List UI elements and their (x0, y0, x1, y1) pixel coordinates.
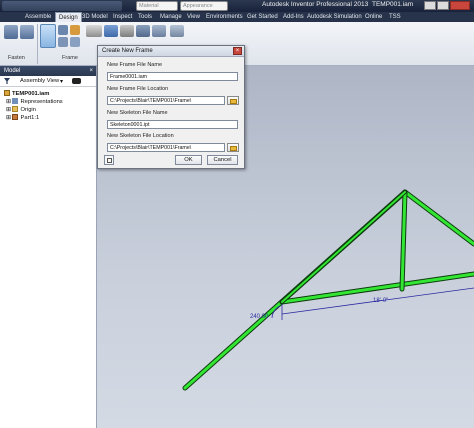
assembly-view-dropdown[interactable]: Assembly View (20, 78, 59, 84)
title-bar: Material Appearance Autodesk Inventor Pr… (0, 0, 474, 12)
frame-file-name-input[interactable] (107, 72, 238, 81)
angle-dimension[interactable]: 240.00 (250, 314, 268, 320)
browse-skeleton-location-button[interactable] (227, 143, 239, 152)
browser-toolbar: Assembly View ▾ (0, 76, 96, 87)
tab-3d-model[interactable]: 3D Model (79, 12, 111, 22)
material-dropdown[interactable]: Material (136, 1, 178, 11)
tab-tss[interactable]: TSS (386, 12, 404, 22)
filter-icon[interactable] (4, 78, 10, 84)
spur-gear-button[interactable] (104, 25, 118, 37)
expand-icon[interactable]: ⊞ (6, 115, 11, 121)
dialog-title: Create New Frame (102, 48, 153, 54)
frame-miter-button[interactable] (58, 37, 68, 47)
panel-separator (37, 24, 38, 64)
frame-trim-button[interactable] (70, 37, 80, 47)
panel-label-frame: Frame (62, 55, 78, 61)
tree-item-representations[interactable]: ⊞ Representations (6, 98, 63, 106)
tree-item-label: Part1:1 (20, 115, 40, 121)
maximize-button[interactable] (437, 1, 449, 10)
tree-item-root[interactable]: TEMP001.iam (4, 90, 49, 98)
expand-icon[interactable]: ⊞ (6, 107, 11, 113)
tab-autodesk-simulation[interactable]: Autodesk Simulation (304, 12, 365, 22)
minimize-button[interactable] (424, 1, 436, 10)
panel-label-fasten: Fasten (8, 55, 25, 61)
dialog-title-bar[interactable]: Create New Frame × (98, 46, 244, 57)
cancel-button[interactable]: Cancel (207, 155, 238, 165)
tree-item-origin[interactable]: ⊞ Origin (6, 106, 36, 114)
length-dimension[interactable]: 18'-0" (373, 298, 388, 304)
cam-button[interactable] (170, 25, 184, 37)
app-title: Autodesk Inventor Professional 2013 (262, 1, 369, 8)
tree-item-part1[interactable]: ⊞ Part1:1 (6, 114, 39, 122)
quick-access-toolbar[interactable] (2, 1, 122, 11)
shaft-generator-button[interactable] (86, 25, 102, 37)
create-new-frame-dialog: Create New Frame × New Frame File Name N… (97, 45, 245, 169)
ribbon-tabs: Assemble Design 3D Model Inspect Tools M… (0, 12, 474, 22)
fasten-tool-button[interactable] (20, 25, 34, 39)
tab-environments[interactable]: Environments (203, 12, 246, 22)
folder-icon (230, 146, 237, 151)
v-belts-button[interactable] (136, 25, 150, 37)
ok-button[interactable]: OK (175, 155, 202, 165)
model-browser: Model × Assembly View ▾ TEMP001.iam ⊞ Re… (0, 66, 97, 428)
appearance-label: Appearance (183, 3, 213, 9)
assembly-icon (4, 90, 10, 97)
tab-manage[interactable]: Manage (157, 12, 185, 22)
folder-icon (230, 99, 237, 104)
dimension-lines (271, 287, 474, 320)
tree-item-label: Representations (20, 99, 63, 105)
binoculars-icon[interactable] (72, 78, 81, 84)
skeleton-file-name-label: New Skeleton File Name (107, 110, 168, 116)
browser-close-icon[interactable]: × (89, 66, 93, 76)
skeleton-file-location-input[interactable] (107, 143, 225, 152)
tab-add-ins[interactable]: Add-Ins (280, 12, 307, 22)
spring-button[interactable] (152, 25, 166, 37)
tab-get-started[interactable]: Get Started (244, 12, 281, 22)
browser-header: Model × (0, 66, 96, 76)
frame-file-location-label: New Frame File Location (107, 86, 169, 92)
frame-file-name-label: New Frame File Name (107, 62, 163, 68)
frame-notch-button[interactable] (70, 25, 80, 35)
help-icon (107, 158, 112, 163)
document-title: TEMP001.iam (372, 1, 414, 8)
tab-online[interactable]: Online (362, 12, 385, 22)
help-button[interactable] (104, 155, 114, 165)
frame-change-button[interactable] (58, 25, 68, 35)
part-icon (12, 114, 19, 121)
bearing-button[interactable] (120, 25, 134, 37)
expand-icon[interactable]: ⊞ (6, 99, 11, 105)
material-label: Material (139, 3, 159, 9)
representations-icon (12, 98, 19, 105)
close-button[interactable] (450, 1, 470, 10)
tree-item-label: TEMP001.iam (12, 91, 50, 97)
frame-insert-button[interactable] (40, 24, 56, 48)
find-icon[interactable]: ▾ (60, 78, 63, 85)
folder-icon (12, 106, 19, 113)
browse-frame-location-button[interactable] (227, 96, 239, 105)
tab-assemble[interactable]: Assemble (22, 12, 54, 22)
tree-item-label: Origin (20, 107, 36, 113)
dialog-close-button[interactable]: × (233, 47, 242, 55)
browser-title: Model (4, 68, 21, 74)
tab-design[interactable]: Design (55, 12, 82, 22)
skeleton-file-name-input[interactable] (107, 120, 238, 129)
tab-inspect[interactable]: Inspect (110, 12, 135, 22)
frame-members[interactable] (182, 189, 474, 391)
tab-view[interactable]: View (184, 12, 203, 22)
tab-tools[interactable]: Tools (135, 12, 155, 22)
appearance-dropdown[interactable]: Appearance (180, 1, 228, 11)
skeleton-file-location-label: New Skeleton File Location (107, 133, 174, 139)
frame-file-location-input[interactable] (107, 96, 225, 105)
bolted-connection-button[interactable] (4, 25, 18, 39)
